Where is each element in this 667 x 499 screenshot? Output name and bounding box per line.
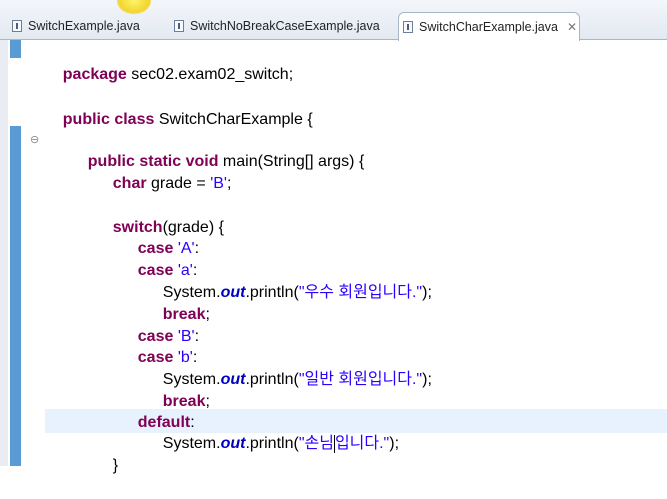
code-line: char grade = 'B'; bbox=[112, 175, 232, 192]
code-line: case 'a': bbox=[137, 262, 198, 279]
tab-label: SwitchCharExample.java bbox=[419, 20, 558, 34]
code-line: System.out.println("우수 회원입니다."); bbox=[162, 284, 432, 301]
tab-switch-char-example[interactable]: SwitchCharExample.java ✕ bbox=[398, 12, 580, 41]
code-line: System.out.println("일반 회원입니다."); bbox=[162, 371, 432, 388]
tab-label: SwitchNoBreakCaseExample.java bbox=[190, 19, 380, 33]
code-line: case 'A': bbox=[137, 240, 200, 257]
code-line: break; bbox=[162, 393, 210, 410]
code-line: case 'b': bbox=[137, 349, 198, 366]
close-icon[interactable]: ✕ bbox=[567, 20, 577, 34]
code-line: default: bbox=[137, 414, 195, 431]
change-ruler-mark bbox=[10, 126, 21, 466]
code-line: case 'B': bbox=[137, 328, 200, 345]
code-line: break; bbox=[162, 306, 210, 323]
code-line: switch(grade) { bbox=[112, 219, 224, 236]
code-line: public class SwitchCharExample { bbox=[62, 111, 313, 128]
java-file-icon bbox=[12, 20, 22, 32]
java-file-icon bbox=[403, 21, 413, 33]
change-ruler-mark bbox=[10, 40, 21, 58]
editor-left-margin bbox=[0, 40, 8, 466]
tab-switch-no-break-case-example[interactable]: SwitchNoBreakCaseExample.java bbox=[170, 12, 380, 40]
java-file-icon bbox=[174, 20, 184, 32]
circle-minus-icon[interactable]: ⊖ bbox=[30, 133, 39, 146]
tab-switch-example[interactable]: SwitchExample.java bbox=[8, 12, 140, 40]
code-line: package sec02.exam02_switch; bbox=[62, 66, 294, 83]
code-line: public static void main(String[] args) { bbox=[87, 153, 365, 170]
code-line: } bbox=[112, 457, 119, 474]
code-line-current: System.out.println("손님입니다."); bbox=[162, 434, 400, 453]
tab-label: SwitchExample.java bbox=[28, 19, 140, 33]
editor-tab-bar: SwitchExample.java SwitchNoBreakCaseExam… bbox=[0, 0, 667, 41]
